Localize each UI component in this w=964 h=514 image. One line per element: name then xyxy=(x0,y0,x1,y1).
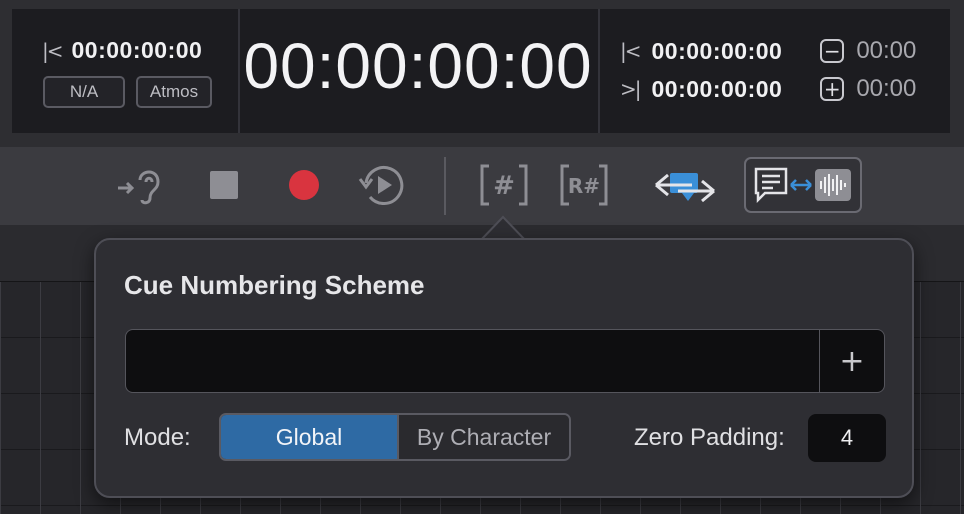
scheme-input[interactable] xyxy=(126,330,819,392)
in-point-icon: |< xyxy=(42,38,63,63)
main-timecode: 00:00:00:00 xyxy=(243,30,593,102)
mode-segmented-control: Global By Character xyxy=(219,413,571,461)
add-button[interactable]: + xyxy=(819,330,884,392)
divider xyxy=(598,9,600,133)
stop-button[interactable] xyxy=(200,159,248,211)
left-in-value: 00:00:00:00 xyxy=(71,37,203,63)
out-point-icon: >| xyxy=(620,77,641,101)
na-chip[interactable]: N/A xyxy=(43,76,125,108)
transcript-audio-button[interactable] xyxy=(744,157,862,213)
mode-global-option[interactable]: Global xyxy=(221,415,399,459)
cue-numbering-popover: Cue Numbering Scheme + Mode: Global By C… xyxy=(94,238,914,498)
minus-icon[interactable]: − xyxy=(820,39,845,63)
right-out-value[interactable]: 00:00:00:00 xyxy=(652,76,783,103)
right-out-row: >| 00:00:00:00 + 00:00 xyxy=(620,75,916,103)
popover-title: Cue Numbering Scheme xyxy=(124,270,425,300)
mode-by-character-option[interactable]: By Character xyxy=(399,415,569,459)
right-in-value[interactable]: 00:00:00:00 xyxy=(652,38,783,65)
svg-text:R#: R# xyxy=(568,174,600,198)
cue-number-button[interactable]: # xyxy=(478,159,530,211)
scheme-input-group: + xyxy=(125,329,885,393)
atmos-chip[interactable]: Atmos xyxy=(136,76,212,108)
right-in-row: |< 00:00:00:00 − 00:00 xyxy=(620,37,916,65)
zero-padding-field[interactable]: 4 xyxy=(808,414,886,462)
replay-icon xyxy=(358,166,404,205)
cue-number-icon: # xyxy=(480,164,528,206)
plus-offset: 00:00 xyxy=(856,75,917,102)
swap-icon xyxy=(655,173,715,203)
zero-padding-label: Zero Padding: xyxy=(634,424,785,451)
timecode-panel: |< 00:00:00:00 N/A Atmos 00:00:00:00 |< … xyxy=(12,9,950,133)
in-point-icon: |< xyxy=(620,39,641,63)
plus-icon[interactable]: + xyxy=(820,77,845,101)
transcript-audio-icon xyxy=(754,167,851,204)
left-in-timecode[interactable]: |< 00:00:00:00 xyxy=(42,37,202,64)
mode-label: Mode: xyxy=(124,424,191,451)
svg-text:#: # xyxy=(493,171,515,201)
swap-button[interactable] xyxy=(650,159,720,211)
listen-icon xyxy=(118,170,160,205)
record-icon xyxy=(289,170,319,200)
listen-button[interactable] xyxy=(112,159,172,211)
renumber-button[interactable]: R# xyxy=(558,159,610,211)
minus-offset: 00:00 xyxy=(856,37,917,64)
stop-icon xyxy=(210,171,238,199)
renumber-icon: R# xyxy=(560,164,608,206)
record-button[interactable] xyxy=(280,159,328,211)
replay-button[interactable] xyxy=(352,159,412,211)
toolbar-divider xyxy=(444,157,446,215)
